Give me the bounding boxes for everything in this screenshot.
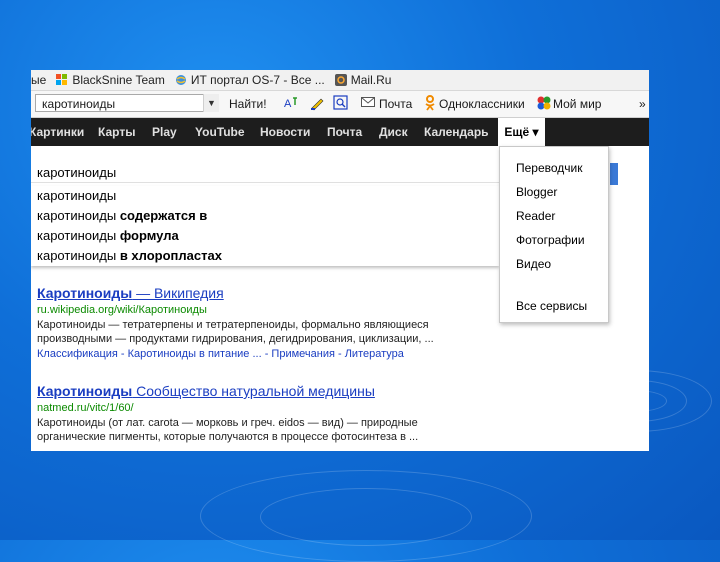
bookmark-label: Mail.Ru	[350, 73, 392, 87]
suggestions-list: каротиноиды каротиноиды содержатся в кар…	[31, 186, 499, 266]
svg-text:A: A	[284, 98, 292, 110]
mail-link[interactable]: Почта	[379, 97, 412, 111]
find-button[interactable]: Найти!	[229, 97, 267, 111]
suggestion-item[interactable]: каротиноиды	[37, 188, 116, 203]
result-title-bold: Каротиноиды	[37, 383, 133, 399]
more-button[interactable]: Ещё ▾	[498, 118, 545, 146]
result-url: ru.wikipedia.org/wiki/Каротиноиды	[37, 304, 207, 316]
result-snippet: органические пигменты, которые получаютс…	[37, 431, 419, 443]
search-page-icon[interactable]	[333, 95, 349, 114]
result-snippet: производными — продуктами гидрирования, …	[37, 333, 434, 345]
service-link[interactable]: YouTube	[195, 125, 245, 139]
globe-icon	[175, 74, 187, 86]
menu-item-translator[interactable]: Переводчик	[516, 161, 583, 175]
water-ripple	[260, 488, 472, 546]
service-link[interactable]: Диск	[379, 125, 408, 139]
toolbar-search-input[interactable]: каротиноиды	[35, 94, 219, 112]
suggestion-completion: содержатся в	[116, 208, 208, 223]
service-link[interactable]: Новости	[260, 125, 310, 139]
result-title-bold: Каротиноиды	[37, 285, 133, 301]
search-input[interactable]: каротиноиды	[31, 163, 499, 183]
my-world-link[interactable]: Мой мир	[553, 97, 601, 111]
menu-item-video[interactable]: Видео	[516, 257, 551, 271]
bookmark-label: BlackSnine Team	[72, 73, 165, 87]
result-sitelinks[interactable]: Классификация - Каротиноиды в питание ..…	[37, 348, 404, 360]
mail-icon[interactable]	[361, 96, 375, 111]
more-dropdown-menu: Переводчик Blogger Reader Фотографии Вид…	[499, 146, 609, 323]
result-snippet: Каротиноиды — тетратерпены и тетратерпен…	[37, 319, 429, 331]
service-link[interactable]: Календарь	[424, 125, 489, 139]
result-snippet: Каротиноиды (от лат. carota — морковь и …	[37, 417, 418, 429]
highlighter-icon[interactable]	[309, 95, 325, 114]
yandex-toolbar: каротиноиды ▼ Найти! A Почта Одноклассни…	[31, 91, 649, 118]
menu-item-reader[interactable]: Reader	[516, 209, 555, 223]
suggestion-completion: в хлоропластах	[116, 248, 222, 263]
service-link[interactable]: Картинки	[31, 125, 84, 139]
odnoklassniki-link[interactable]: Одноклассники	[439, 97, 525, 111]
result-title-rest: Сообщество натуральной медицины	[132, 383, 375, 399]
my-world-icon[interactable]	[536, 95, 552, 114]
menu-item-all-services[interactable]: Все сервисы	[516, 299, 587, 313]
service-link[interactable]: Play	[152, 125, 177, 139]
chevron-down-icon[interactable]: ▼	[203, 94, 219, 112]
result-title-link[interactable]: Каротиноиды — Википедия	[37, 285, 224, 301]
bookmarks-bar: ые BlackSnine Team ИТ портал OS-7 - Все …	[31, 70, 649, 91]
search-button[interactable]	[610, 163, 618, 185]
bookmark-item[interactable]: ИТ портал OS-7 - Все ...	[175, 73, 325, 87]
menu-item-blogger[interactable]: Blogger	[516, 185, 557, 199]
suggestion-item[interactable]: каротиноиды содержатся в	[37, 208, 207, 223]
suggestion-text: каротиноиды	[37, 188, 117, 203]
translate-icon[interactable]: A	[283, 95, 299, 114]
suggestion-item[interactable]: каротиноиды формула	[37, 228, 179, 243]
bookmark-label: ИТ портал OS-7 - Все ...	[190, 73, 325, 87]
suggestion-completion: формула	[116, 228, 179, 243]
suggestion-text: каротиноиды	[37, 208, 117, 223]
services-bar: Картинки Карты Play YouTube Новости Почт…	[31, 118, 649, 146]
overflow-chevron[interactable]: »	[639, 97, 646, 111]
service-link[interactable]: Карты	[98, 125, 135, 139]
menu-item-photos[interactable]: Фотографии	[516, 233, 585, 247]
result-title-link[interactable]: Каротиноиды Сообщество натуральной медиц…	[37, 383, 375, 399]
bookmark-item[interactable]: BlackSnine Team	[56, 73, 165, 87]
result-url: natmed.ru/vitc/1/60/	[37, 402, 134, 414]
result-title-rest: — Википедия	[132, 285, 224, 301]
odnoklassniki-icon[interactable]	[425, 95, 435, 114]
bookmark-item[interactable]: ые	[31, 73, 46, 87]
suggestion-item[interactable]: каротиноиды в хлоропластах	[37, 248, 222, 263]
suggestion-text: каротиноиды	[37, 248, 117, 263]
suggestion-text: каротиноиды	[37, 228, 117, 243]
browser-screenshot: ые BlackSnine Team ИТ портал OS-7 - Все …	[31, 70, 649, 451]
bookmark-label: ые	[31, 73, 47, 87]
service-link[interactable]: Почта	[327, 125, 362, 139]
bookmark-item[interactable]: Mail.Ru	[334, 73, 392, 87]
mailru-icon	[334, 74, 347, 86]
windows-flag-icon	[56, 74, 68, 86]
